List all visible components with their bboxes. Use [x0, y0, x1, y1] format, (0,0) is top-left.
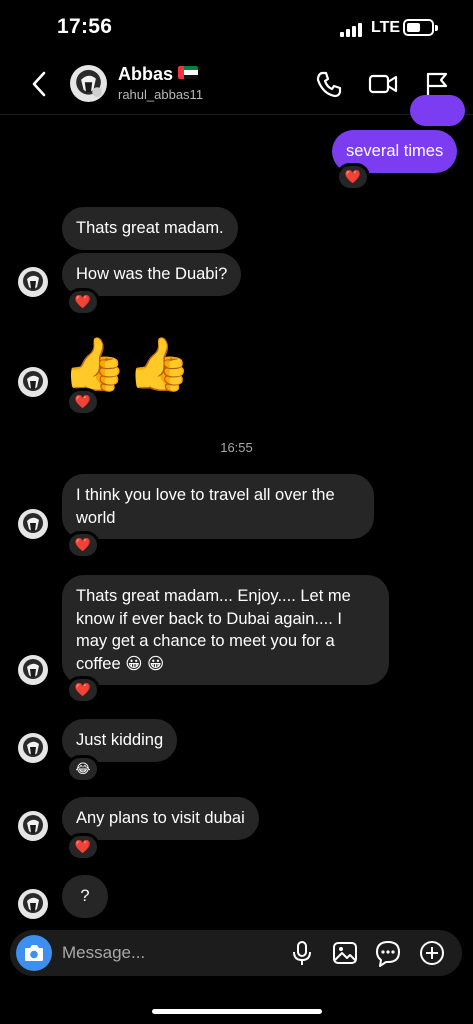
sender-avatar[interactable]: [18, 367, 48, 397]
uae-flag-icon: [178, 66, 199, 79]
camera-button[interactable]: [16, 935, 52, 971]
reaction-emoji: 😂: [75, 761, 91, 776]
sender-avatar[interactable]: [18, 811, 48, 841]
message-reaction[interactable]: ❤️: [66, 531, 100, 559]
message-text: How was the Duabi?: [76, 265, 228, 283]
avatar-image: [18, 889, 48, 919]
home-indicator: [152, 1009, 322, 1014]
video-call-button[interactable]: [367, 68, 399, 100]
sender-avatar[interactable]: [18, 889, 48, 919]
message-text: Thats great madam.: [76, 219, 224, 237]
avatar-image: [70, 65, 107, 102]
reaction-emoji: ❤️: [344, 169, 362, 184]
sender-avatar[interactable]: [18, 509, 48, 539]
incoming-message[interactable]: I think you love to travel all over the …: [62, 474, 374, 539]
signal-icon: [340, 21, 366, 37]
message-text: I think you love to travel all over the …: [76, 486, 335, 527]
reaction-emoji: ❤️: [74, 394, 92, 409]
message-reaction[interactable]: ❤️: [66, 288, 100, 316]
reaction-emoji: ❤️: [74, 839, 92, 854]
message-text: several times: [346, 142, 444, 160]
chat-header: Abbas rahul_abbas11: [0, 56, 473, 112]
status-time: 17:56: [57, 15, 113, 38]
message-text: Any plans to visit dubai: [76, 809, 245, 827]
avatar-image: [18, 811, 48, 841]
gallery-icon: [333, 942, 357, 964]
sticker-button[interactable]: [374, 939, 402, 967]
message-reaction[interactable]: ❤️: [66, 833, 100, 861]
incoming-message[interactable]: Thats great madam... Enjoy.... Let me kn…: [62, 575, 389, 685]
video-camera-icon: [368, 74, 398, 94]
outgoing-message-partial[interactable]: [410, 95, 465, 126]
contact-username[interactable]: rahul_abbas11: [118, 87, 203, 102]
message-text: Just kidding: [76, 731, 164, 749]
avatar-image: [18, 509, 48, 539]
reaction-emoji: ❤️: [74, 682, 92, 697]
message-thread[interactable]: several times ❤️ Thats great madam. How …: [0, 95, 473, 925]
message-reaction[interactable]: ❤️: [336, 163, 370, 191]
contact-name-row[interactable]: Abbas: [118, 64, 199, 85]
message-text: ?: [80, 887, 90, 905]
incoming-message[interactable]: Thats great madam.: [62, 207, 238, 250]
sender-avatar[interactable]: [18, 655, 48, 685]
message-text: Thats great madam... Enjoy.... Let me kn…: [76, 587, 351, 673]
incoming-message[interactable]: Any plans to visit dubai: [62, 797, 259, 840]
message-input[interactable]: [62, 930, 282, 976]
avatar-image: [18, 733, 48, 763]
header-avatar[interactable]: [70, 65, 107, 102]
gallery-button[interactable]: [331, 939, 359, 967]
sender-avatar[interactable]: [18, 733, 48, 763]
sender-avatar[interactable]: [18, 267, 48, 297]
plus-icon: [420, 941, 444, 965]
add-button[interactable]: [418, 939, 446, 967]
message-reaction[interactable]: ❤️: [66, 676, 100, 704]
avatar-image: [18, 267, 48, 297]
voice-message-button[interactable]: [288, 939, 316, 967]
back-button[interactable]: [26, 68, 54, 100]
camera-icon: [25, 945, 43, 961]
avatar-image: [18, 367, 48, 397]
reaction-emoji: ❤️: [74, 537, 92, 552]
message-composer: [10, 930, 462, 976]
voice-call-button[interactable]: [313, 68, 345, 100]
avatar-image: [18, 655, 48, 685]
reaction-emoji: ❤️: [74, 294, 92, 309]
microphone-icon: [293, 941, 311, 965]
sticker-icon: [376, 941, 400, 967]
phone-icon: [316, 71, 342, 98]
emoji-message[interactable]: 👍👍: [62, 335, 192, 395]
incoming-message[interactable]: ?: [62, 875, 108, 918]
message-timestamp: 16:55: [220, 440, 253, 455]
message-reaction[interactable]: ❤️: [66, 388, 100, 416]
network-label: LTE: [371, 19, 401, 36]
back-icon: [32, 71, 46, 97]
battery-icon: [403, 19, 438, 36]
status-bar: 17:56 LTE: [0, 0, 473, 56]
contact-name: Abbas: [118, 64, 174, 84]
message-reaction[interactable]: 😂: [66, 755, 100, 783]
